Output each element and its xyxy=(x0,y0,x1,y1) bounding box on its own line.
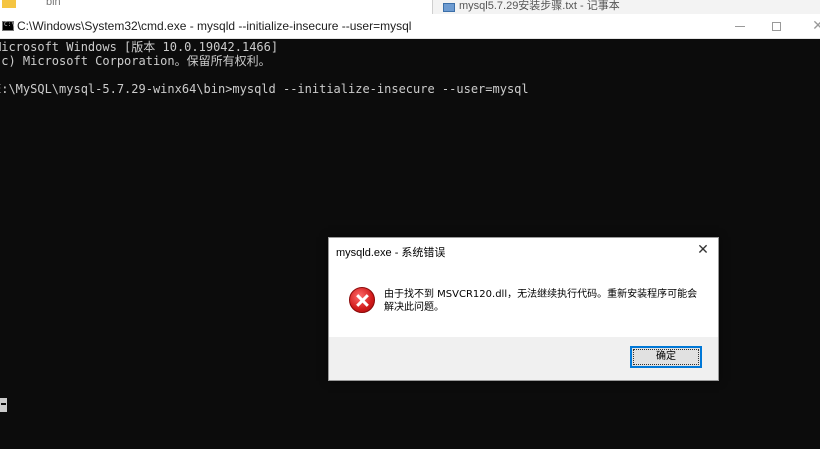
folder-icon xyxy=(2,0,16,8)
explorer-path: bin xyxy=(46,0,61,8)
ok-button[interactable]: 确定 xyxy=(630,346,702,368)
dialog-footer: 确定 xyxy=(329,337,718,380)
notepad-icon xyxy=(443,3,455,12)
maximize-icon xyxy=(771,22,781,31)
notepad-title: mysql5.7.29安装步骤.txt - 记事本 xyxy=(459,0,620,12)
dialog-title: mysqld.exe - 系统错误 xyxy=(336,247,446,259)
cmd-title: C:\Windows\System32\cmd.exe - mysqld --i… xyxy=(17,19,412,33)
maximize-button[interactable] xyxy=(758,14,794,39)
minimize-icon xyxy=(735,26,745,27)
console-line: Microsoft Windows [版本 10.0.19042.1466] xyxy=(0,40,279,54)
dialog-message-line: 由于找不到 MSVCR120.dll，无法继续执行代码。重新安装程序可能会 xyxy=(384,289,698,300)
cmd-window[interactable]: C:\Windows\System32\cmd.exe - mysqld --i… xyxy=(0,14,820,449)
background-windows: bin mysql5.7.29安装步骤.txt - 记事本 xyxy=(0,0,820,14)
text-cursor xyxy=(0,398,7,412)
error-icon xyxy=(349,287,375,313)
cmd-icon xyxy=(2,21,15,31)
dialog-close-button[interactable]: ✕ xyxy=(688,238,718,262)
dialog-message: 由于找不到 MSVCR120.dll，无法继续执行代码。重新安装程序可能会 解决… xyxy=(384,288,714,314)
file-explorer-window[interactable]: bin xyxy=(0,0,432,14)
notepad-window[interactable]: mysql5.7.29安装步骤.txt - 记事本 xyxy=(432,0,820,14)
close-window-button[interactable]: ✕ xyxy=(800,14,820,39)
dialog-message-line: 解决此问题。 xyxy=(384,302,444,313)
console-line: E:\MySQL\mysql-5.7.29-winx64\bin>mysqld … xyxy=(0,82,529,96)
cmd-titlebar[interactable]: C:\Windows\System32\cmd.exe - mysqld --i… xyxy=(0,14,820,39)
minimize-button[interactable] xyxy=(722,14,758,39)
console-line: (c) Microsoft Corporation。保留所有权利。 xyxy=(0,54,271,68)
error-dialog: mysqld.exe - 系统错误 ✕ 由于找不到 MSVCR120.dll，无… xyxy=(328,237,719,381)
